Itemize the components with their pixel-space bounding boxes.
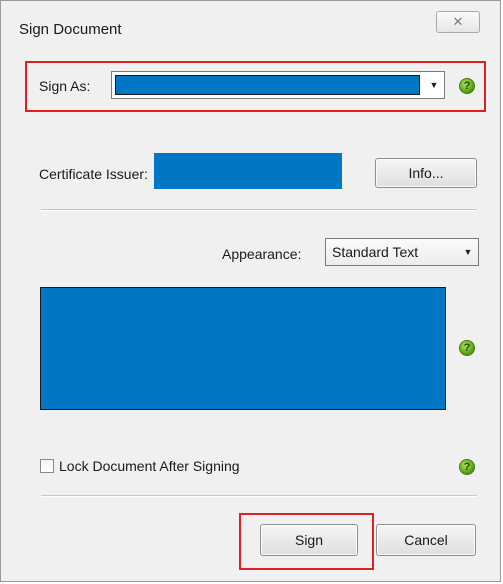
sign-as-label: Sign As: xyxy=(39,78,91,94)
close-button[interactable]: ✕ xyxy=(436,11,480,33)
close-icon: ✕ xyxy=(452,14,464,29)
appearance-label: Appearance: xyxy=(222,246,302,262)
certificate-issuer-label: Certificate Issuer: xyxy=(39,166,148,182)
sign-as-value-redacted xyxy=(115,75,420,95)
sign-document-dialog: Sign Document ✕ Sign As: ▼ ? Certificate… xyxy=(0,0,501,582)
sign-button[interactable]: Sign xyxy=(260,524,358,556)
sign-as-dropdown[interactable]: ▼ xyxy=(111,71,445,99)
cancel-button[interactable]: Cancel xyxy=(376,524,476,556)
chevron-down-icon: ▼ xyxy=(429,80,439,90)
appearance-dropdown[interactable]: Standard Text ▼ xyxy=(325,238,479,266)
appearance-value: Standard Text xyxy=(332,244,419,260)
lock-document-checkbox[interactable] xyxy=(40,459,54,473)
help-icon[interactable]: ? xyxy=(459,78,475,94)
signature-preview-redacted xyxy=(40,287,446,410)
title-bar: Sign Document ✕ xyxy=(1,1,500,49)
chevron-down-icon: ▼ xyxy=(463,247,473,257)
help-icon[interactable]: ? xyxy=(459,459,475,475)
help-icon[interactable]: ? xyxy=(459,340,475,356)
certificate-issuer-value-redacted xyxy=(154,153,342,189)
info-button[interactable]: Info... xyxy=(375,158,477,188)
lock-document-label: Lock Document After Signing xyxy=(59,458,240,474)
separator xyxy=(41,209,477,210)
separator xyxy=(41,495,477,496)
dialog-title: Sign Document xyxy=(19,21,122,38)
